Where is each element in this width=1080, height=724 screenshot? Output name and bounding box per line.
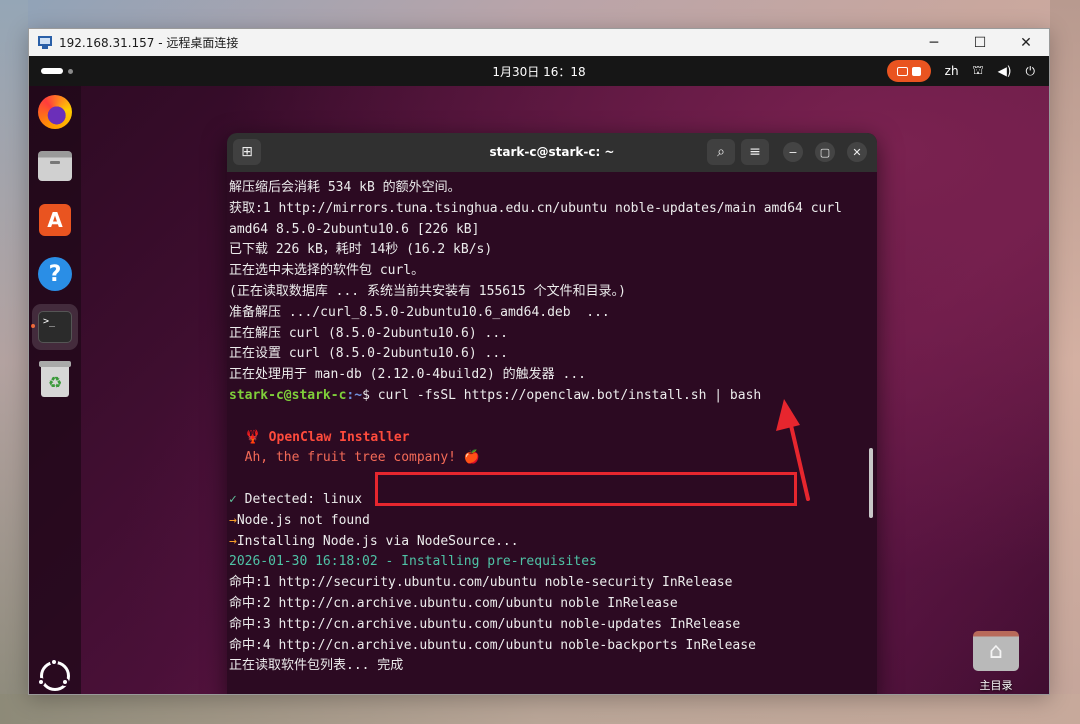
terminal-headerbar[interactable]: ⊞ stark-c@stark-c: ~ ⌕ ≡ − ▢ ✕ [227, 133, 877, 172]
prereq-line: 2026-01-30 16:18:02 - Installing pre-req… [229, 554, 597, 570]
prompt-path: :~ [346, 387, 363, 403]
output-line: 命中:3 http://cn.archive.ubuntu.com/ubuntu… [229, 616, 741, 632]
firefox-icon [38, 95, 72, 129]
installing-node-line: →Installing Node.js via NodeSource... [229, 533, 519, 549]
remote-screen: 1月30日 16：18 zh ⛫ ◀) ⏻ A ? >_ ♻ ⌂ 主目录 ⊞ s… [29, 56, 1049, 694]
dock: A ? >_ ♻ [29, 86, 81, 694]
volume-icon[interactable]: ◀) [998, 64, 1012, 78]
dock-item-trash[interactable]: ♻ [37, 361, 73, 398]
command-highlight-box [375, 472, 797, 506]
screen-share-indicator[interactable] [886, 60, 931, 82]
trash-icon: ♻ [39, 361, 71, 397]
terminal-maximize-button[interactable]: ▢ [815, 142, 835, 162]
remote-desktop-icon [37, 35, 53, 50]
desktop-home-folder[interactable]: ⌂ 主目录 [972, 631, 1020, 693]
dock-item-files[interactable] [37, 148, 73, 184]
network-icon[interactable]: ⛫ [973, 63, 984, 79]
remote-desktop-window: 192.168.31.157 - 远程桌面连接 ─ ☐ ✕ 1月30日 16：1… [28, 28, 1050, 695]
ubuntu-logo-icon [37, 658, 70, 691]
desktop-background-right [1050, 0, 1080, 724]
output-line: 正在处理用于 man-db (2.12.0-4build2) 的触发器 ... [229, 367, 586, 383]
system-tray: zh ⛫ ◀) ⏻ [886, 60, 1036, 82]
desktop-background-left [0, 0, 28, 724]
dock-item-app-center[interactable]: A [37, 202, 73, 238]
output-line: amd64 8.5.0-2ubuntu10.6 [226 kB] [229, 221, 480, 237]
check-icon: ✓ [229, 491, 237, 507]
gnome-top-bar: 1月30日 16：18 zh ⛫ ◀) ⏻ [29, 56, 1049, 86]
dock-item-terminal[interactable]: >_ [32, 304, 78, 350]
rdp-window-controls: ─ ☐ ✕ [911, 29, 1049, 56]
files-icon [38, 151, 72, 181]
output-line: 命中:4 http://cn.archive.ubuntu.com/ubuntu… [229, 637, 756, 653]
terminal-close-button[interactable]: ✕ [847, 142, 867, 162]
home-folder-icon: ⌂ [973, 631, 1019, 671]
output-line: (正在读取数据库 ... 系统当前共安装有 155615 个文件和目录。) [229, 283, 626, 299]
home-folder-label: 主目录 [979, 679, 1013, 692]
rdp-minimize-button[interactable]: ─ [911, 29, 957, 56]
rdp-maximize-button[interactable]: ☐ [957, 29, 1003, 56]
installer-title: OpenClaw Installer [268, 429, 410, 445]
hamburger-menu-button[interactable]: ≡ [741, 139, 769, 165]
lobster-icon: 🦞 [244, 429, 261, 445]
show-apps-button[interactable] [37, 658, 73, 694]
dock-item-firefox[interactable] [37, 94, 73, 130]
output-line: 获取:1 http://mirrors.tuna.tsinghua.edu.cn… [229, 200, 842, 216]
prompt-symbol: $ [362, 387, 378, 403]
input-method-indicator[interactable]: zh [945, 64, 959, 78]
rdp-close-button[interactable]: ✕ [1003, 29, 1049, 56]
output-line: 正在设置 curl (8.5.0-2ubuntu10.6) ... [229, 346, 508, 362]
output-line: 已下载 226 kB，耗时 14秒 (16.2 kB/s) [229, 242, 493, 258]
output-line: 命中:2 http://cn.archive.ubuntu.com/ubuntu… [229, 595, 678, 611]
output-line: 命中:1 http://security.ubuntu.com/ubuntu n… [229, 575, 733, 591]
prompt-user: stark-c@stark-c [229, 387, 347, 403]
rdp-titlebar[interactable]: 192.168.31.157 - 远程桌面连接 ─ ☐ ✕ [29, 29, 1049, 56]
app-center-icon: A [39, 204, 71, 236]
arrow-right-icon: → [229, 512, 237, 528]
search-button[interactable]: ⌕ [707, 139, 735, 165]
dock-item-help[interactable]: ? [37, 256, 73, 292]
command-text: curl -fsSL https://openclaw.bot/install.… [377, 387, 762, 403]
arrow-right-icon: → [229, 533, 237, 549]
terminal-title: stark-c@stark-c: ~ [489, 145, 615, 159]
screen-share-icon [896, 66, 908, 76]
output-line: 正在解压 curl (8.5.0-2ubuntu10.6) ... [229, 325, 508, 341]
node-not-found-line: →Node.js not found [229, 512, 370, 528]
output-line: 解压缩后会消耗 534 kB 的额外空间。 [229, 180, 461, 195]
desktop-background-bottom [0, 694, 1080, 724]
installer-tagline: Ah, the fruit tree company! 🍎 [244, 450, 480, 466]
terminal-icon: >_ [38, 311, 72, 343]
output-line: 正在读取软件包列表... 完成 [229, 658, 404, 674]
output-line: 准备解压 .../curl_8.5.0-2ubuntu10.6_amd64.de… [229, 304, 610, 320]
power-icon[interactable]: ⏻ [1026, 64, 1036, 79]
terminal-scrollbar[interactable] [869, 448, 873, 518]
rdp-title: 192.168.31.157 - 远程桌面连接 [59, 36, 239, 50]
annotation-arrow-icon [776, 399, 810, 501]
output-line: 正在选中未选择的软件包 curl。 [229, 263, 425, 279]
help-icon: ? [38, 257, 72, 291]
terminal-minimize-button[interactable]: − [783, 142, 803, 162]
record-icon [911, 66, 921, 76]
